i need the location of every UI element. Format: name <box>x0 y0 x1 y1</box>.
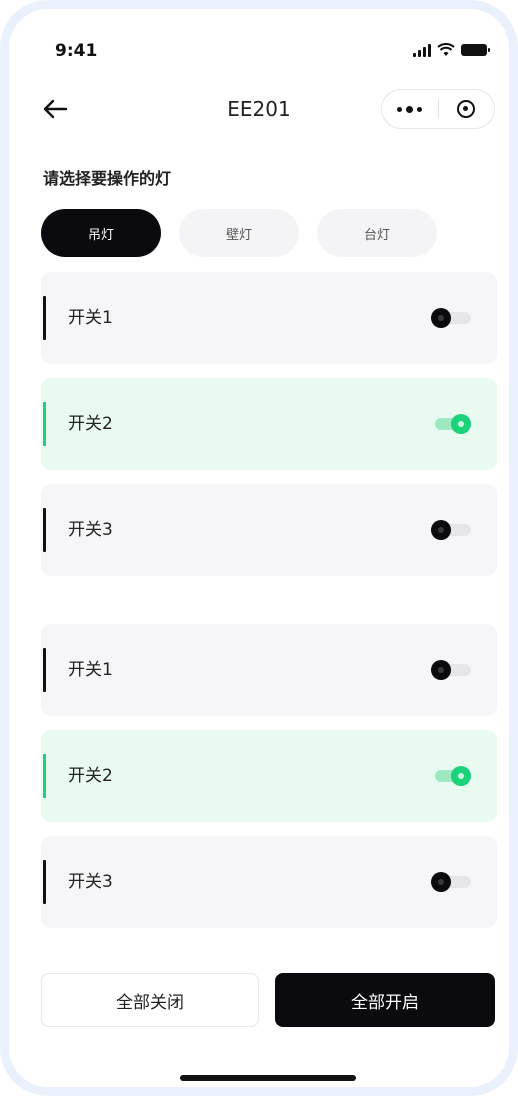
switch-card: 开关1 <box>41 272 497 364</box>
all-off-button[interactable]: 全部关闭 <box>41 973 259 1027</box>
toggle-knob <box>431 872 451 892</box>
signal-icon <box>413 43 431 57</box>
switch-label: 开关3 <box>68 520 113 540</box>
tab-1[interactable]: 吊灯 <box>41 209 161 257</box>
status-indicator-bar <box>43 296 46 340</box>
section-title: 请选择要操作的灯 <box>43 169 172 188</box>
tab-2[interactable]: 壁灯 <box>179 209 299 257</box>
status-bar: 9:41 <box>9 37 509 65</box>
wifi-icon <box>437 43 455 56</box>
switch-card: 开关2 <box>41 730 497 822</box>
toggle-knob <box>431 660 451 680</box>
switch-toggle[interactable] <box>431 660 471 680</box>
status-indicator-bar <box>43 648 46 692</box>
toggle-knob <box>431 520 451 540</box>
status-icons <box>413 43 490 57</box>
target-circle-icon <box>457 100 476 118</box>
mini-program-capsule <box>381 89 495 129</box>
switch-toggle[interactable] <box>431 872 471 892</box>
status-indicator-bar <box>43 508 46 552</box>
status-indicator-bar <box>43 402 46 446</box>
nav-bar: EE201 <box>9 81 509 137</box>
status-indicator-bar <box>43 754 46 798</box>
switch-label: 开关1 <box>68 660 113 680</box>
switch-toggle[interactable] <box>431 766 471 786</box>
status-indicator-bar <box>43 860 46 904</box>
phone-frame: 9:41 EE201 请选择要操作的灯 吊灯 壁灯 台灯 开关1 开关2 开关3… <box>0 0 518 1096</box>
switch-label: 开关2 <box>68 414 113 434</box>
close-program-button[interactable] <box>439 90 495 128</box>
status-time: 9:41 <box>55 41 98 61</box>
back-button[interactable] <box>37 91 73 127</box>
home-indicator <box>180 1075 356 1081</box>
switch-card: 开关2 <box>41 378 497 470</box>
lamp-tabs: 吊灯 壁灯 台灯 <box>41 209 437 257</box>
all-on-button[interactable]: 全部开启 <box>275 973 495 1027</box>
toggle-knob <box>451 766 471 786</box>
switch-card: 开关3 <box>41 836 497 928</box>
more-button[interactable] <box>382 90 438 128</box>
more-dots-icon <box>397 105 423 113</box>
switch-toggle[interactable] <box>431 414 471 434</box>
arrow-left-icon <box>43 99 68 119</box>
toggle-knob <box>431 308 451 328</box>
switch-label: 开关2 <box>68 766 113 786</box>
switch-label: 开关1 <box>68 308 113 328</box>
battery-icon <box>461 44 490 56</box>
toggle-knob <box>451 414 471 434</box>
switch-label: 开关3 <box>68 872 113 892</box>
switch-toggle[interactable] <box>431 308 471 328</box>
switch-card: 开关3 <box>41 484 497 576</box>
tab-3[interactable]: 台灯 <box>317 209 437 257</box>
switch-card: 开关1 <box>41 624 497 716</box>
switch-toggle[interactable] <box>431 520 471 540</box>
